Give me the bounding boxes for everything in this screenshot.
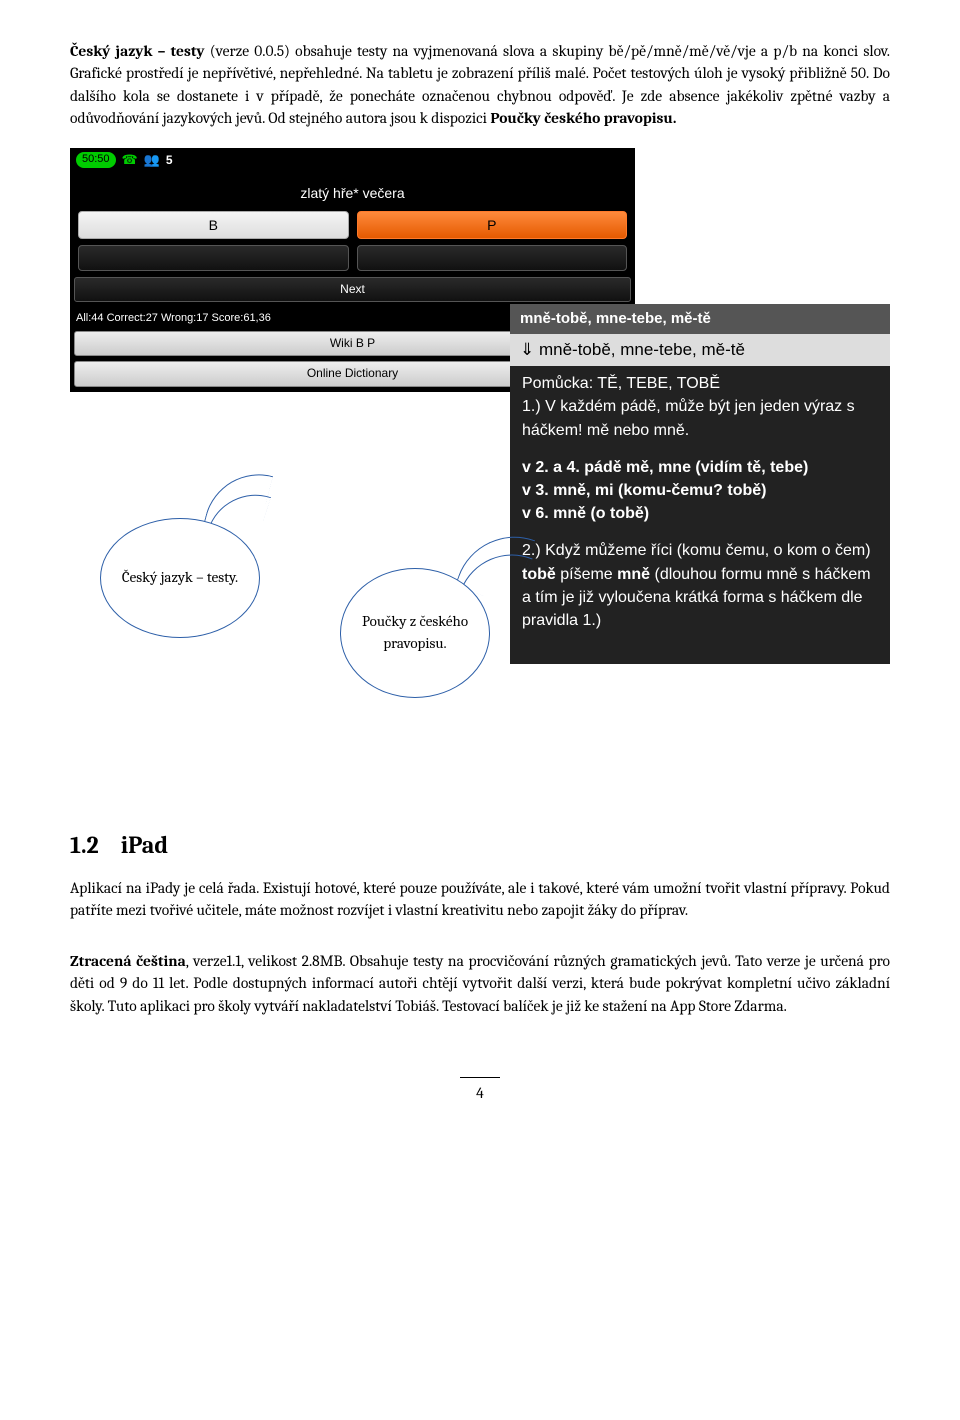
tip-p2b: v 3. mně, mi (komu-čemu? tobě) <box>522 482 766 499</box>
tip-header-light: ⇓ mně-tobě, mne-tebe, mě-tě <box>510 334 890 367</box>
next-button[interactable]: Next <box>74 277 631 302</box>
tip-p3d: mně <box>617 566 650 583</box>
tip-p2: v 2. a 4. pádě mě, mne (vidím tě, tebe) … <box>522 456 878 526</box>
intro-paragraph: Český jazyk – testy (verze 0.0.5) obsahu… <box>70 40 890 130</box>
empty-nav-2[interactable] <box>357 245 628 270</box>
callout-bubble-right: Poučky z českého pravopisu. <box>340 568 490 698</box>
poucky-bold: Poučky českého pravopisu. <box>490 109 676 127</box>
down-arrow-icon: ⇓ <box>520 340 534 359</box>
people-icon: 👥 <box>144 151 160 170</box>
tip-p2a: v 2. a 4. pádě mě, mne (vidím tě, tebe) <box>522 459 808 476</box>
section-heading-ipad: 1.2 iPad <box>70 828 890 863</box>
tip-p3a: 2.) Když můžeme říci (komu čemu, o kom o… <box>522 542 871 559</box>
ztracena-cestina-bold: Ztracená čeština <box>70 952 186 970</box>
tip-p3: 2.) Když můžeme říci (komu čemu, o kom o… <box>522 539 878 632</box>
tip-p2c: v 6. mně (o tobě) <box>522 505 649 522</box>
ztracena-cestina-paragraph: Ztracená čeština, verze1.1, velikost 2.8… <box>70 950 890 1017</box>
tip-header-dark: mně-tobě, mne-tebe, mě-tě <box>510 304 890 334</box>
question-count: 5 <box>166 152 173 169</box>
tip-p3c: píšeme <box>556 566 617 583</box>
app-name-bold: Český jazyk – testy <box>70 42 205 60</box>
phone-icon: ☎ <box>122 151 138 170</box>
screenshot-area: 50:50 ☎ 👥 5 zlatý hře* večera B P Next A… <box>70 148 890 788</box>
tip-body: Pomůcka: TĚ, TEBE, TOBĚ 1.) V každém pád… <box>510 366 890 652</box>
choice-b-button[interactable]: B <box>78 211 349 239</box>
section-number: 1.2 <box>70 831 99 859</box>
tip-screenshot-right: mně-tobě, mne-tebe, mě-tě ⇓ mně-tobě, mn… <box>510 304 890 664</box>
choice-p-button[interactable]: P <box>357 211 628 239</box>
tip-p1b: 1.) V každém pádě, může být jen jeden vý… <box>522 398 855 438</box>
empty-nav-1[interactable] <box>78 245 349 270</box>
page-number: 4 <box>476 1084 484 1102</box>
tip-header-text: mně-tobě, mne-tebe, mě-tě <box>534 340 745 359</box>
callout-bubble-left: Český jazyk – testy. <box>100 518 260 638</box>
tip-p1a: Pomůcka: TĚ, TEBE, TOBĚ <box>522 375 720 392</box>
timer-badge: 50:50 <box>76 152 116 168</box>
tip-p1: Pomůcka: TĚ, TEBE, TOBĚ 1.) V každém pád… <box>522 372 878 442</box>
footer-rule <box>460 1077 500 1078</box>
status-bar: 50:50 ☎ 👥 5 <box>70 148 635 173</box>
ztracena-cestina-text: , verze1.1, velikost 2.8MB. Obsahuje tes… <box>70 952 890 1015</box>
page-footer: 4 <box>70 1077 890 1104</box>
quiz-question: zlatý hře* večera <box>70 173 635 211</box>
section-title: iPad <box>121 831 168 859</box>
ipad-intro-paragraph: Aplikací na iPady je celá řada. Existují… <box>70 877 890 922</box>
